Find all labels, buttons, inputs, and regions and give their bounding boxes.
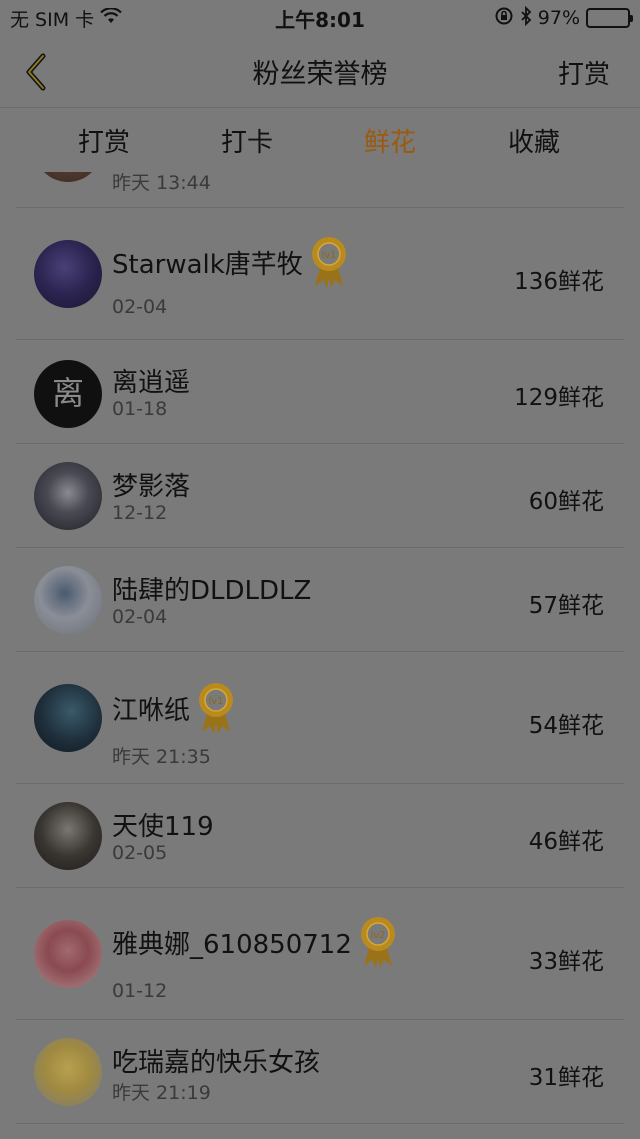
tab-checkin[interactable]: 打卡 — [187, 122, 307, 159]
list-item-date: 01-12 — [112, 980, 168, 1002]
list-item-date: 01-18 — [112, 398, 168, 420]
rotation-lock-icon — [494, 6, 514, 31]
list-item-date: 02-04 — [112, 296, 168, 318]
list-item-name: 梦影落 — [112, 472, 191, 502]
svg-text:lv2: lv2 — [370, 930, 385, 941]
list-item-partial[interactable]: 昨天 13:44 — [0, 172, 640, 208]
medal-lv2-icon: lv2 — [360, 917, 395, 968]
divider — [16, 1123, 624, 1124]
flower-count: 31鲜花 — [528, 1065, 604, 1091]
list-item[interactable]: 陆肆的DLDLDLZ 02-04 57鲜花 — [0, 548, 640, 652]
svg-text:lv1: lv1 — [321, 250, 336, 261]
flower-count: 46鲜花 — [528, 829, 604, 855]
list-item[interactable]: 离 离逍遥 01-18 129鲜花 — [0, 340, 640, 444]
avatar — [34, 684, 102, 752]
status-bar: 无 SIM 卡 上午8:01 97% — [0, 0, 640, 36]
list-item-date: 昨天 21:35 — [112, 746, 211, 768]
list-item[interactable]: 雅典娜_610850712 lv2 01-12 33鲜花 — [0, 888, 640, 1020]
list-item-name: 吃瑞嘉的快乐女孩 — [112, 1048, 321, 1078]
tab-reward[interactable]: 打赏 — [44, 122, 164, 159]
battery-percent: 97% — [537, 7, 580, 29]
tab-bar: 打赏 打卡 鲜花 收藏 — [0, 108, 640, 172]
tip-button[interactable]: 打赏 — [558, 54, 610, 91]
list-item-date: 12-12 — [112, 502, 168, 524]
fan-list[interactable]: 昨天 13:44 Starwalk唐芊牧 lv1 02-04 136鲜花 离 离… — [0, 172, 640, 1139]
list-item[interactable]: 天使119 02-05 46鲜花 — [0, 784, 640, 888]
list-item[interactable]: 吃瑞嘉的快乐女孩 昨天 21:19 31鲜花 — [0, 1020, 640, 1124]
avatar — [34, 802, 102, 870]
avatar — [34, 566, 102, 634]
list-item[interactable]: 江咻纸 lv1 昨天 21:35 54鲜花 — [0, 652, 640, 784]
list-item-name: 江咻纸 — [112, 695, 191, 726]
chevron-left-icon — [26, 53, 46, 91]
list-item-date: 昨天 21:19 — [112, 1082, 211, 1104]
svg-text:离: 离 — [52, 374, 84, 412]
avatar — [34, 172, 102, 182]
flower-count: 60鲜花 — [528, 489, 604, 515]
wifi-icon — [100, 7, 122, 29]
flower-count: 33鲜花 — [528, 949, 604, 975]
nav-bar: 粉丝荣誉榜 打赏 — [0, 36, 640, 108]
battery-icon — [586, 8, 633, 28]
list-item-date: 02-05 — [112, 842, 168, 864]
list-item[interactable]: Starwalk唐芊牧 lv1 02-04 136鲜花 — [0, 208, 640, 340]
avatar — [34, 1038, 102, 1106]
page-title: 粉丝荣誉榜 — [252, 59, 388, 90]
list-item-date: 昨天 13:44 — [112, 172, 211, 194]
list-item-name: 陆肆的DLDLDLZ — [112, 576, 312, 606]
medal-lv1-icon: lv1 — [199, 683, 234, 734]
carrier-label: 无 SIM 卡 — [10, 8, 95, 31]
avatar — [34, 462, 102, 530]
status-left: 无 SIM 卡 — [10, 5, 122, 32]
status-right: 97% — [494, 5, 633, 31]
list-item-date: 02-04 — [112, 606, 168, 628]
avatar — [34, 240, 102, 308]
list-item[interactable]: 梦影落 12-12 60鲜花 — [0, 444, 640, 548]
list-item-name: Starwalk唐芊牧 — [112, 249, 303, 280]
avatar: 离 — [34, 360, 102, 428]
tab-favorites[interactable]: 收藏 — [474, 122, 594, 159]
list-item-name: 离逍遥 — [112, 368, 191, 398]
flower-count: 129鲜花 — [514, 385, 604, 411]
svg-text:lv1: lv1 — [208, 696, 223, 707]
flower-count: 136鲜花 — [514, 269, 604, 295]
medal-lv1-icon: lv1 — [311, 237, 346, 288]
flower-count: 57鲜花 — [528, 593, 604, 619]
avatar — [34, 920, 102, 988]
back-button[interactable] — [16, 50, 56, 94]
list-item-name: 天使119 — [112, 812, 214, 842]
list-item-name: 雅典娜_610850712 — [112, 929, 352, 960]
tab-flowers[interactable]: 鲜花 — [330, 122, 450, 159]
bluetooth-icon — [520, 5, 532, 31]
flower-count: 54鲜花 — [528, 713, 604, 739]
